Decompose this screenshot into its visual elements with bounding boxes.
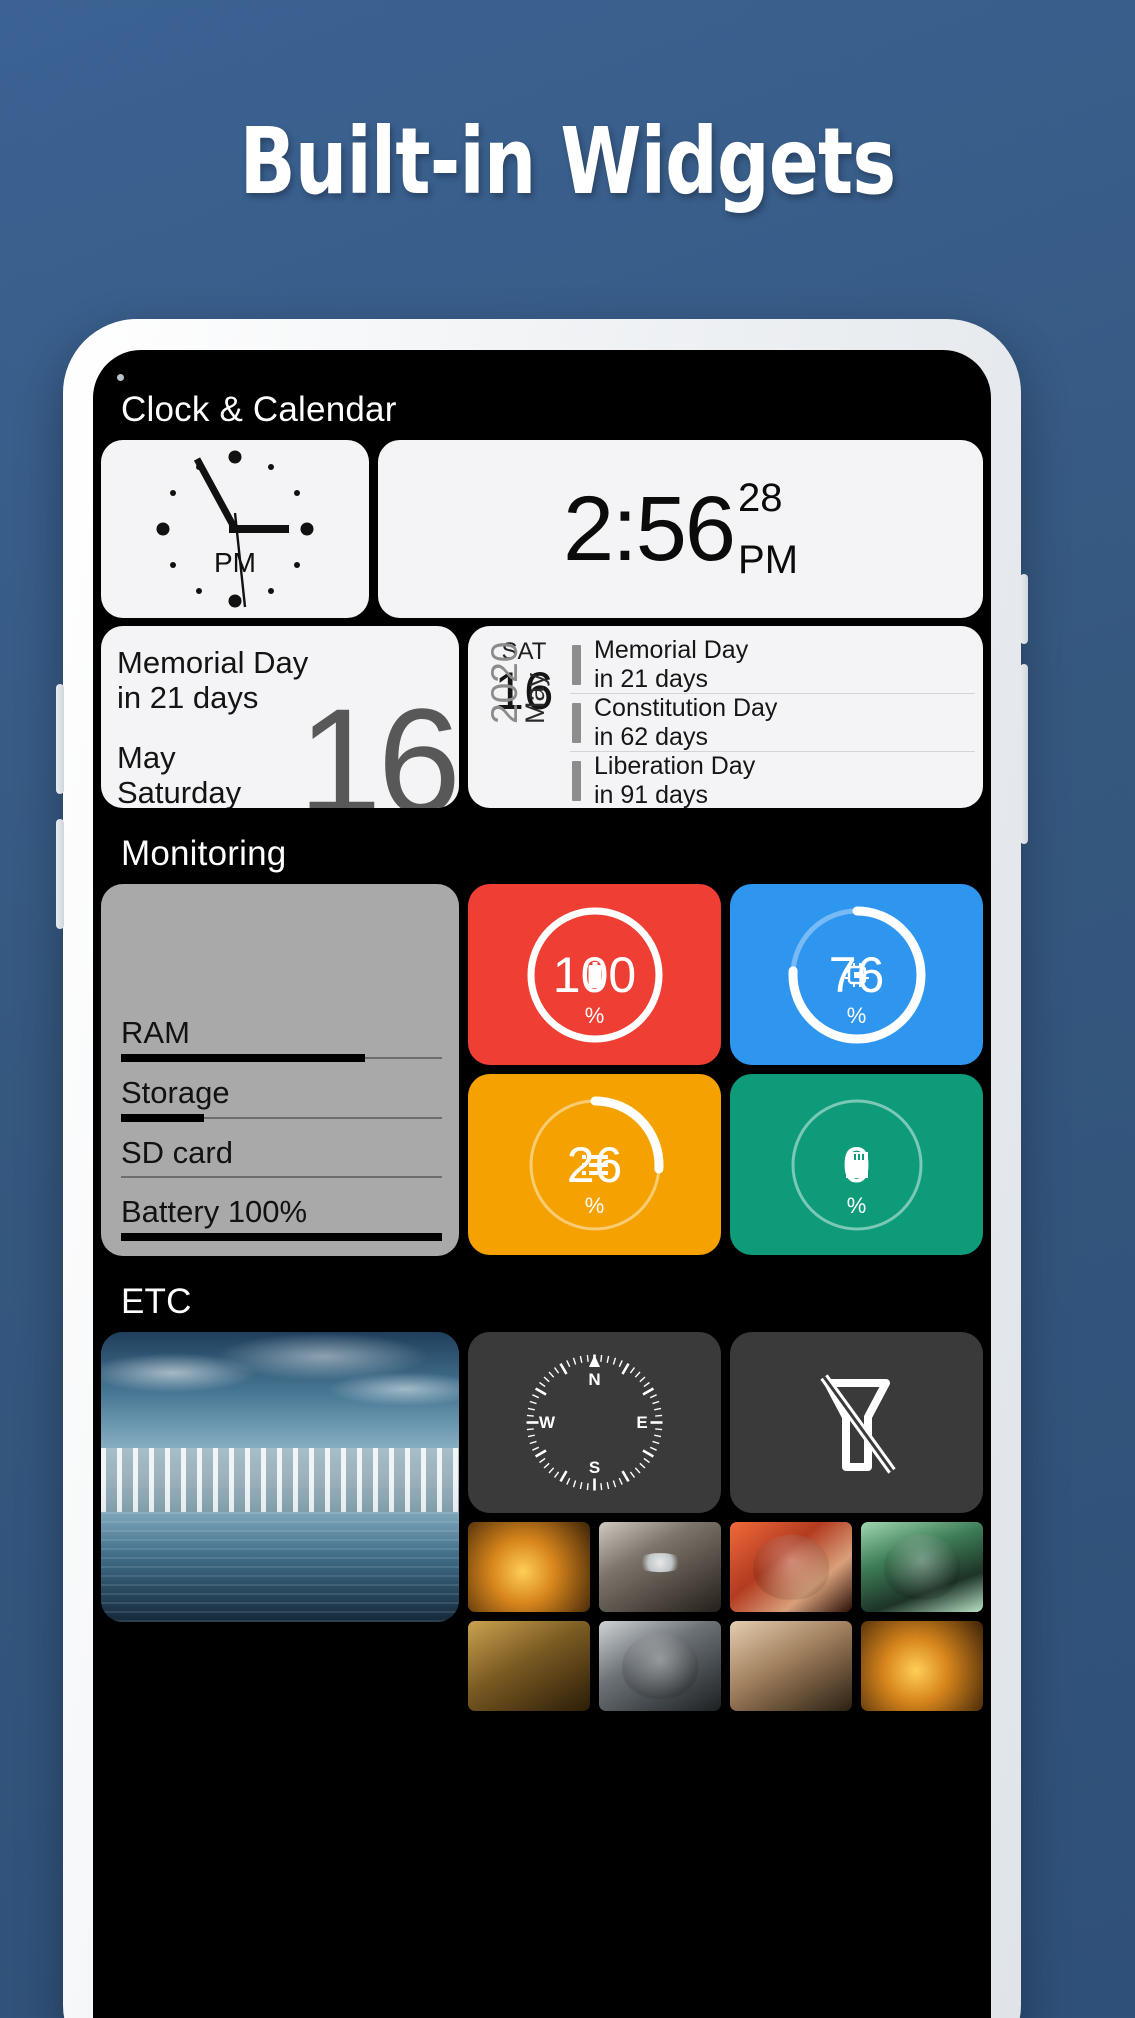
calendar-day-number: 16 [298,677,459,808]
agenda-event-bar [572,760,581,801]
calendar-event-name: Memorial Day [117,645,309,680]
agenda-event-bar [572,702,581,743]
photo-trees [101,1448,459,1518]
calendar-day-widget[interactable]: Memorial Day in 21 days May Saturday 16 [101,626,459,808]
thumbnail[interactable] [468,1621,590,1711]
photo-thumbnail-row [468,1621,983,1711]
gauge-grid: 100 % [468,884,983,1255]
calendar-agenda-widget[interactable]: SAT 16 2020 May Memorial Day in 21 days … [468,626,983,808]
monitor-fill [121,1054,365,1063]
digital-clock-widget[interactable]: 2:56 28 PM [378,440,983,618]
agenda-event-row[interactable]: Liberation Day in 91 days [570,752,975,808]
phone-screen: Clock & Calendar PM 2:56 28 PM Memorial … [93,350,991,2018]
compass-dial: N E S W [526,1354,663,1491]
agenda-event-row[interactable]: Constitution Day in 62 days [570,694,975,752]
monitor-item-storage: Storage [121,1075,442,1122]
photo-water [101,1511,459,1622]
flashlight-widget[interactable] [730,1332,983,1513]
thumbnail[interactable] [861,1522,983,1612]
monitor-track [121,1113,442,1122]
calendar-event-when: in 21 days [117,679,259,715]
compass-east-label: E [636,1413,647,1432]
battery-gauge-widget[interactable]: 100 % [468,884,721,1065]
agenda-event-when: in 21 days [594,664,708,693]
volume-up-button[interactable] [56,684,64,794]
digital-clock-seconds: 28 [738,476,783,520]
agenda-event-when: in 62 days [594,722,708,751]
monitor-label: RAM [121,1015,190,1051]
photo-frame-widget[interactable] [101,1332,459,1622]
agenda-event-bar [572,644,581,685]
agenda-event-when: in 91 days [594,780,708,809]
monitoring-row: RAM Storage SD card Battery 100% % 76 % … [93,884,991,1256]
mute-switch[interactable] [1020,574,1028,644]
analog-clock-ampm: PM [214,546,256,578]
agenda-event-name: Liberation Day [594,752,756,780]
thumbnail[interactable] [599,1522,721,1612]
monitor-track [121,1176,442,1179]
front-camera-icon [117,374,124,381]
compass-west-label: W [539,1413,556,1432]
thumbnail[interactable] [468,1522,590,1612]
photo-thumbnail-row [468,1522,983,1612]
monitor-fill [121,1233,442,1241]
section-header-monitoring: Monitoring [121,834,287,873]
phone-mockup: Clock & Calendar PM 2:56 28 PM Memorial … [56,319,1028,2018]
agenda-event-name: Constitution Day [594,694,778,722]
agenda-event-row[interactable]: Memorial Day in 21 days [570,636,975,694]
digital-clock-time: 2:56 [562,478,736,580]
calendar-month: May [117,740,176,776]
monitor-track [121,1054,442,1063]
digital-clock-ampm: PM [738,538,799,582]
compass-north-label: N [588,1370,600,1389]
thumbnail[interactable] [730,1522,852,1612]
monitor-label: Storage [121,1075,230,1111]
calendar-weekday: Saturday [117,775,242,808]
analog-clock-widget[interactable]: PM [101,440,369,618]
monitor-label: Battery 100% [121,1194,308,1230]
sdcard-gauge-unit: % [846,1193,867,1218]
system-monitor-widget[interactable]: RAM Storage SD card Battery 100% [101,884,459,1256]
battery-gauge-unit: % [584,1003,605,1028]
monitor-item-sdcard: SD card [121,1135,442,1179]
agenda-event-name: Memorial Day [594,636,749,664]
monitor-label: SD card [121,1134,233,1170]
thumbnail[interactable] [599,1621,721,1711]
section-header-etc: ETC [121,1282,192,1321]
monitor-item-battery: Battery 100% [121,1194,442,1241]
monitor-fill [121,1113,205,1122]
storage-gauge-unit: % [584,1193,605,1218]
monitor-item-ram: RAM [121,1015,442,1063]
compass-widget[interactable]: N E S W [468,1332,721,1513]
compass-needle-icon [589,1355,600,1367]
agenda-month: May [520,672,550,724]
monitor-track [121,1233,442,1241]
agenda-year: 2020 [484,641,525,724]
agenda-date-column: SAT 16 2020 May [478,636,570,798]
compass-south-label: S [589,1458,600,1477]
calendar-widget-row: Memorial Day in 21 days May Saturday 16 … [93,618,991,808]
thumbnail[interactable] [861,1621,983,1711]
analog-clock-face [156,450,314,608]
etc-row: N E S W [93,1332,991,1711]
cpu-gauge-widget[interactable]: 76 % [730,884,983,1065]
sdcard-gauge-widget[interactable]: 0 % [730,1074,983,1255]
volume-down-button[interactable] [56,819,64,929]
page-title: Built-in Widgets [239,108,897,215]
power-button[interactable] [1020,664,1028,844]
flashlight-off-icon [819,1373,896,1474]
section-header-clock-calendar: Clock & Calendar [121,390,397,429]
clock-widget-row: PM 2:56 28 PM [93,440,991,618]
cpu-gauge-unit: % [846,1003,867,1028]
thumbnail[interactable] [730,1621,852,1711]
storage-gauge-widget[interactable]: 26 % [468,1074,721,1255]
